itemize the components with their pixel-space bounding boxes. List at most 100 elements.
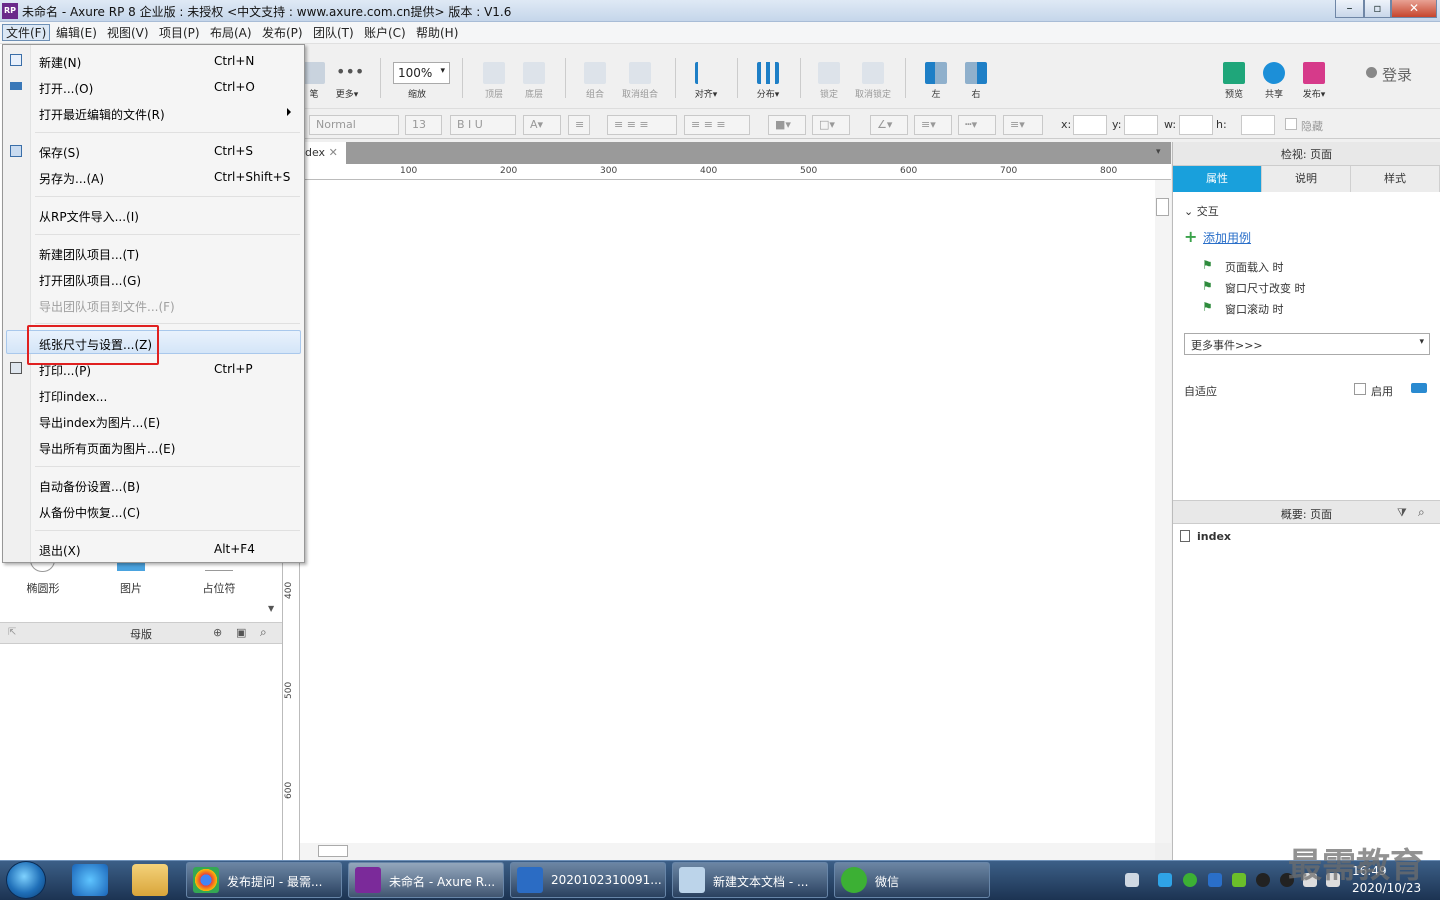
tray-wechat-icon[interactable]: [1183, 873, 1197, 887]
bold-italic-underline-buttons[interactable]: B I U: [450, 115, 516, 135]
preview-button[interactable]: 预览: [1212, 60, 1256, 102]
distribute-button[interactable]: 分布▾: [746, 60, 790, 102]
qq-icon[interactable]: [1256, 873, 1270, 887]
task-axure[interactable]: 未命名 - Axure R...: [348, 862, 504, 898]
h-input[interactable]: [1241, 115, 1275, 135]
event-window-resize[interactable]: 窗口尺寸改变 时: [1225, 280, 1306, 296]
y-input[interactable]: [1124, 115, 1158, 135]
add-master-icon[interactable]: ⊕: [213, 626, 222, 639]
library-item-image[interactable]: 图片: [101, 580, 161, 596]
minimize-button[interactable]: –: [1335, 0, 1364, 18]
line-width-button[interactable]: ≡▾: [914, 115, 952, 135]
menu-edit[interactable]: 编辑(E): [53, 25, 100, 42]
send-back-button[interactable]: 底层: [512, 60, 556, 102]
tab-style[interactable]: 样式: [1351, 166, 1440, 192]
windows-start-button[interactable]: [6, 861, 46, 899]
vertical-scrollbar[interactable]: [1155, 180, 1171, 843]
menu-item-new-team-project[interactable]: 新建团队项目...(T): [39, 246, 139, 263]
filter-icon[interactable]: ⧩: [1397, 506, 1407, 520]
zoom-select[interactable]: 100% ▾: [393, 62, 450, 84]
task-notepad[interactable]: 新建文本文档 - ...: [672, 862, 828, 898]
hide-checkbox[interactable]: [1285, 118, 1297, 130]
menu-publish[interactable]: 发布(P): [259, 25, 306, 42]
font-size-select[interactable]: 13: [405, 115, 442, 135]
tab-index[interactable]: dex ✕: [300, 142, 346, 164]
task-wechat[interactable]: 微信: [834, 862, 990, 898]
ie-icon[interactable]: [72, 864, 108, 896]
menu-item-restore-backup[interactable]: 从备份中恢复...(C): [39, 504, 140, 521]
menu-item-import-rp[interactable]: 从RP文件导入...(I): [39, 208, 139, 225]
maximize-button[interactable]: ▫: [1364, 0, 1391, 18]
keyboard-icon[interactable]: [1125, 873, 1139, 887]
more-events-select[interactable]: 更多事件>>> ▾: [1184, 333, 1430, 355]
share-button[interactable]: 共享: [1252, 60, 1296, 102]
text-align-buttons[interactable]: ≡ ≡ ≡: [607, 115, 677, 135]
shadow-button[interactable]: □▾: [812, 115, 850, 135]
horizontal-scrollbar[interactable]: [300, 843, 1155, 860]
interactions-section[interactable]: ⌄ 交互: [1184, 203, 1219, 219]
search-icon[interactable]: ⌕: [260, 625, 267, 640]
menu-view[interactable]: 视图(V): [104, 25, 152, 42]
event-window-scroll[interactable]: 窗口滚动 时: [1225, 301, 1284, 317]
style-select[interactable]: Normal: [309, 115, 399, 135]
right-panel-button[interactable]: 右: [954, 60, 998, 102]
search-icon[interactable]: ⌕: [1418, 505, 1425, 520]
task-chrome[interactable]: 发布提问 - 最需...: [186, 862, 342, 898]
tab-properties[interactable]: 属性: [1173, 166, 1262, 192]
shield-icon[interactable]: [1208, 873, 1222, 887]
bullet-list-button[interactable]: ≡: [568, 115, 590, 135]
group-button[interactable]: 组合: [573, 60, 617, 102]
login-button[interactable]: 登录: [1382, 64, 1412, 85]
close-button[interactable]: ✕: [1391, 0, 1437, 18]
horizontal-scroll-thumb[interactable]: [318, 845, 348, 857]
vertical-align-buttons[interactable]: ≡ ≡ ≡: [684, 115, 750, 135]
bring-front-button[interactable]: 顶层: [472, 60, 516, 102]
library-item-placeholder[interactable]: 占位符: [189, 580, 249, 596]
add-case-link[interactable]: 添加用例: [1203, 229, 1251, 246]
menu-item-save[interactable]: 保存(S): [39, 144, 80, 161]
event-page-load[interactable]: 页面载入 时: [1225, 259, 1284, 275]
line-style-button[interactable]: ┅▾: [958, 115, 996, 135]
unlock-button[interactable]: 取消锁定: [851, 60, 895, 102]
menu-layout[interactable]: 布局(A): [207, 25, 255, 42]
menu-item-print[interactable]: 打印...(P): [39, 362, 91, 379]
line-color-button[interactable]: ∠▾: [870, 115, 908, 135]
add-folder-icon[interactable]: ▣: [236, 626, 246, 639]
menu-item-open-team-project[interactable]: 打开团队项目...(G): [39, 272, 141, 289]
menu-file[interactable]: 文件(F): [2, 24, 51, 41]
menu-item-print-index[interactable]: 打印index...: [39, 388, 107, 405]
vertical-scroll-thumb[interactable]: [1156, 198, 1169, 216]
close-tab-icon[interactable]: ✕: [329, 146, 338, 159]
x-input[interactable]: [1073, 115, 1107, 135]
pin-icon[interactable]: ⇱: [8, 627, 16, 638]
menu-item-auto-backup[interactable]: 自动备份设置...(B): [39, 478, 140, 495]
menu-account[interactable]: 账户(C): [361, 25, 409, 42]
ungroup-button[interactable]: 取消组合: [618, 60, 662, 102]
menu-item-recent[interactable]: 打开最近编辑的文件(R): [39, 106, 165, 123]
tray-app-icon[interactable]: [1158, 873, 1172, 887]
menu-project[interactable]: 项目(P): [156, 25, 203, 42]
task-document[interactable]: 2020102310091...: [510, 862, 666, 898]
publish-button[interactable]: 发布▾: [1292, 60, 1336, 102]
menu-item-export-index-image[interactable]: 导出index为图片...(E): [39, 414, 160, 431]
menu-item-export-all-images[interactable]: 导出所有页面为图片...(E): [39, 440, 175, 457]
menu-team[interactable]: 团队(T): [310, 25, 357, 42]
library-item-ellipse[interactable]: 椭圆形: [13, 580, 73, 596]
tab-dropdown-icon[interactable]: ▾: [1156, 147, 1161, 157]
arrow-style-button[interactable]: ≡▾: [1003, 115, 1043, 135]
tab-notes[interactable]: 说明: [1262, 166, 1351, 192]
left-panel-button[interactable]: 左: [914, 60, 958, 102]
font-color-button[interactable]: A▾: [523, 115, 561, 135]
outline-page-index[interactable]: index: [1197, 530, 1231, 543]
lock-button[interactable]: 锁定: [807, 60, 851, 102]
menu-item-save-as[interactable]: 另存为...(A): [39, 170, 104, 187]
scroll-down-icon[interactable]: ▼: [268, 604, 274, 613]
align-button[interactable]: 对齐▾: [684, 60, 728, 102]
adaptive-views-icon[interactable]: [1411, 383, 1427, 393]
menu-item-exit[interactable]: 退出(X): [39, 542, 81, 559]
adaptive-enable-checkbox[interactable]: [1354, 383, 1366, 395]
design-canvas[interactable]: [300, 180, 1155, 843]
menu-help[interactable]: 帮助(H): [413, 25, 461, 42]
nvidia-icon[interactable]: [1232, 873, 1246, 887]
menu-item-open[interactable]: 打开...(O): [39, 80, 93, 97]
